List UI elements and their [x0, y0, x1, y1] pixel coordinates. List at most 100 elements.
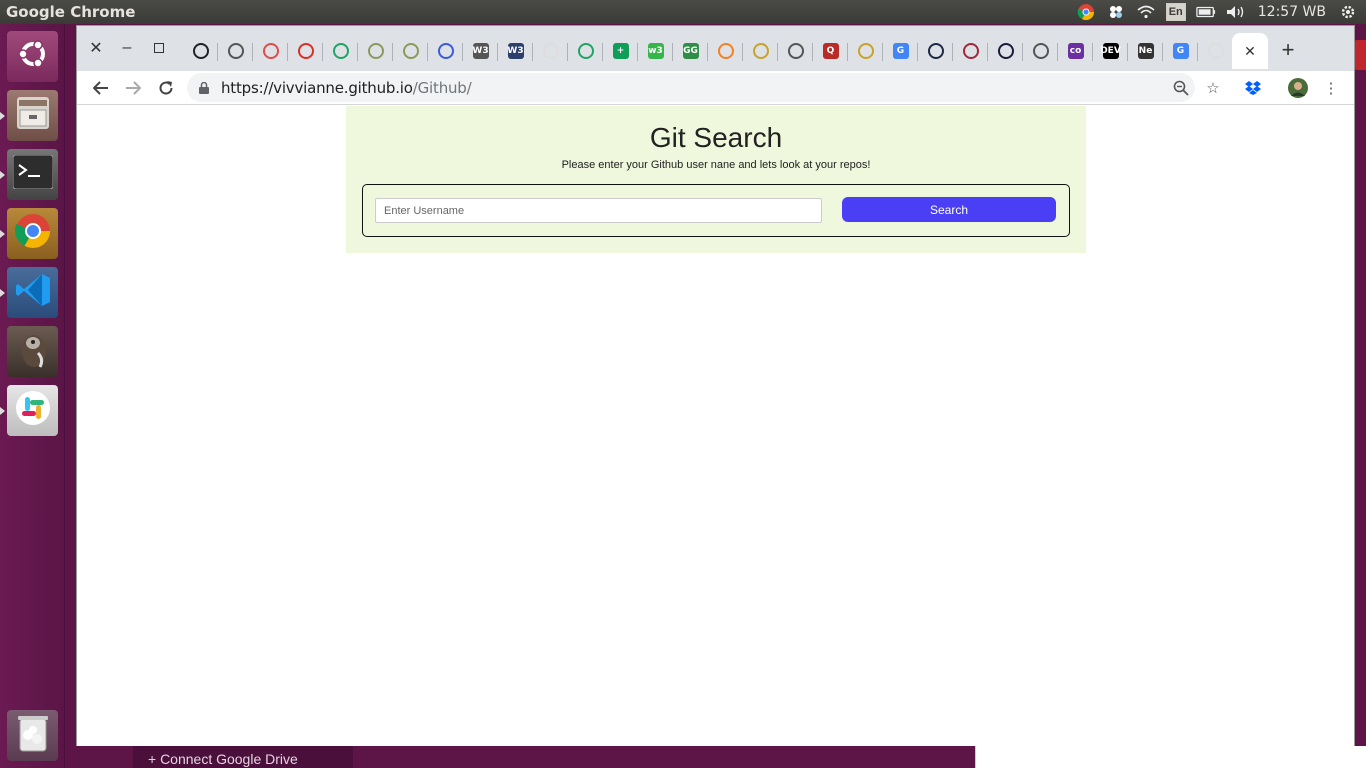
lock-icon[interactable]	[199, 81, 209, 94]
username-input[interactable]	[375, 198, 822, 223]
chrome-tray-icon[interactable]	[1076, 2, 1096, 22]
tab-24[interactable]	[1023, 33, 1058, 69]
git-search-panel: Git Search Please enter your Github user…	[346, 106, 1086, 253]
tab-1[interactable]	[218, 33, 253, 69]
browser-window: ✕ – W3 W3 + w3 GG Q Gco DEV Ne G ✕ + https://vivv…	[76, 25, 1355, 746]
camera-icon	[542, 43, 559, 59]
volume-icon[interactable]	[1226, 2, 1246, 22]
profile-avatar[interactable]	[1288, 78, 1308, 98]
tab-20[interactable]: G	[883, 33, 918, 69]
running-indicator	[0, 171, 5, 179]
gimp-launcher-button[interactable]	[7, 326, 58, 377]
tab-19[interactable]	[848, 33, 883, 69]
trash-icon	[16, 713, 50, 758]
tab-8[interactable]: W3	[463, 33, 498, 69]
google-icon: G	[892, 43, 909, 59]
drive-icon	[332, 43, 349, 59]
slack-icon	[14, 389, 52, 432]
tab-26[interactable]: DEV	[1093, 33, 1128, 69]
wifi-icon[interactable]	[1136, 2, 1156, 22]
slack-tray-icon[interactable]	[1106, 2, 1126, 22]
freecodecamp-icon: w3	[647, 43, 664, 59]
maximize-window-icon[interactable]	[147, 36, 171, 60]
close-tab-icon[interactable]: ✕	[1244, 43, 1256, 60]
top-panel: Google Chrome En 12:57 WB	[0, 0, 1366, 24]
tab-2[interactable]	[253, 33, 288, 69]
tab-10[interactable]	[533, 33, 568, 69]
vscode-launcher-button[interactable]	[0, 267, 58, 318]
w3schools-icon: W3	[472, 43, 489, 59]
close-window-icon[interactable]: ✕	[84, 36, 108, 60]
tab-0[interactable]	[183, 33, 218, 69]
search-button[interactable]: Search	[842, 197, 1056, 222]
system-tray: En 12:57 WB	[1076, 2, 1358, 22]
tab-15[interactable]	[708, 33, 743, 69]
zoom-icon[interactable]	[1171, 78, 1191, 98]
globe-icon	[1032, 43, 1049, 59]
tab-21[interactable]	[918, 33, 953, 69]
tab-6[interactable]	[393, 33, 428, 69]
tab-11[interactable]	[568, 33, 603, 69]
url-text[interactable]: https://vivvianne.github.io/Github/	[221, 79, 472, 97]
slack-launcher-button[interactable]	[0, 385, 58, 436]
tab-25[interactable]: co	[1058, 33, 1093, 69]
tab-5[interactable]	[358, 33, 393, 69]
tab-7[interactable]	[428, 33, 463, 69]
tab-27[interactable]: Ne	[1128, 33, 1163, 69]
terminal-launcher-button[interactable]	[0, 149, 58, 200]
tab-16[interactable]	[743, 33, 778, 69]
stackoverflow-icon	[717, 43, 734, 59]
running-indicator	[0, 407, 5, 415]
background-window	[975, 746, 1366, 768]
menu-kebab-icon[interactable]: ⋮	[1321, 78, 1341, 98]
ubuntu-dash-button[interactable]	[7, 31, 58, 82]
tree-icon	[367, 43, 384, 59]
clock[interactable]: 12:57 WB	[1256, 2, 1328, 22]
chrome-icon	[14, 212, 52, 255]
globe-icon	[227, 43, 244, 59]
tab-18[interactable]: Q	[813, 33, 848, 69]
forward-arrow-icon[interactable]	[120, 75, 146, 101]
camera-icon	[1207, 43, 1224, 59]
w3-icon: W3	[507, 43, 524, 59]
globe-icon	[857, 43, 874, 59]
new-tab-button[interactable]: +	[1276, 37, 1300, 62]
tab-17[interactable]	[778, 33, 813, 69]
trash-launcher-button[interactable]	[7, 710, 58, 761]
tab-list: W3 W3 + w3 GG Q Gco DEV Ne G	[183, 33, 1233, 69]
gmail-icon	[297, 43, 314, 59]
tab-28[interactable]: G	[1163, 33, 1198, 69]
running-indicator	[0, 112, 5, 120]
file-cabinet-icon	[14, 94, 52, 137]
grid-icon	[962, 43, 979, 59]
netflix-icon: Ne	[1137, 43, 1154, 59]
minimize-window-icon[interactable]: –	[115, 36, 139, 60]
tab-23[interactable]	[988, 33, 1023, 69]
tab-9[interactable]: W3	[498, 33, 533, 69]
url-path: /Github/	[412, 79, 472, 97]
bookmark-star-icon[interactable]: ☆	[1203, 78, 1223, 98]
vscode-icon	[14, 271, 52, 314]
keyboard-layout-indicator[interactable]: En	[1165, 3, 1186, 21]
tab-12[interactable]: +	[603, 33, 638, 69]
tab-active[interactable]: ✕	[1232, 33, 1268, 69]
tab-29[interactable]	[1198, 33, 1233, 69]
address-bar[interactable]: https://vivvianne.github.io/Github/	[187, 73, 1195, 102]
launcher	[0, 24, 65, 768]
battery-icon[interactable]	[1196, 2, 1216, 22]
tab-4[interactable]	[323, 33, 358, 69]
tab-22[interactable]	[953, 33, 988, 69]
gear-icon[interactable]	[1338, 2, 1358, 22]
notion-icon	[997, 43, 1014, 59]
connect-drive-link[interactable]: + Connect Google Drive	[133, 746, 353, 768]
dropbox-icon[interactable]	[1243, 78, 1263, 98]
chrome-launcher-button[interactable]	[0, 208, 58, 259]
tab-3[interactable]	[288, 33, 323, 69]
tab-14[interactable]: GG	[673, 33, 708, 69]
files-launcher-button[interactable]	[0, 90, 58, 141]
tab-strip: ✕ – W3 W3 + w3 GG Q Gco DEV Ne G ✕ +	[77, 26, 1354, 71]
reload-icon[interactable]	[153, 75, 179, 101]
tab-13[interactable]: w3	[638, 33, 673, 69]
coolors-icon: co	[1067, 43, 1084, 59]
back-arrow-icon[interactable]	[88, 75, 114, 101]
